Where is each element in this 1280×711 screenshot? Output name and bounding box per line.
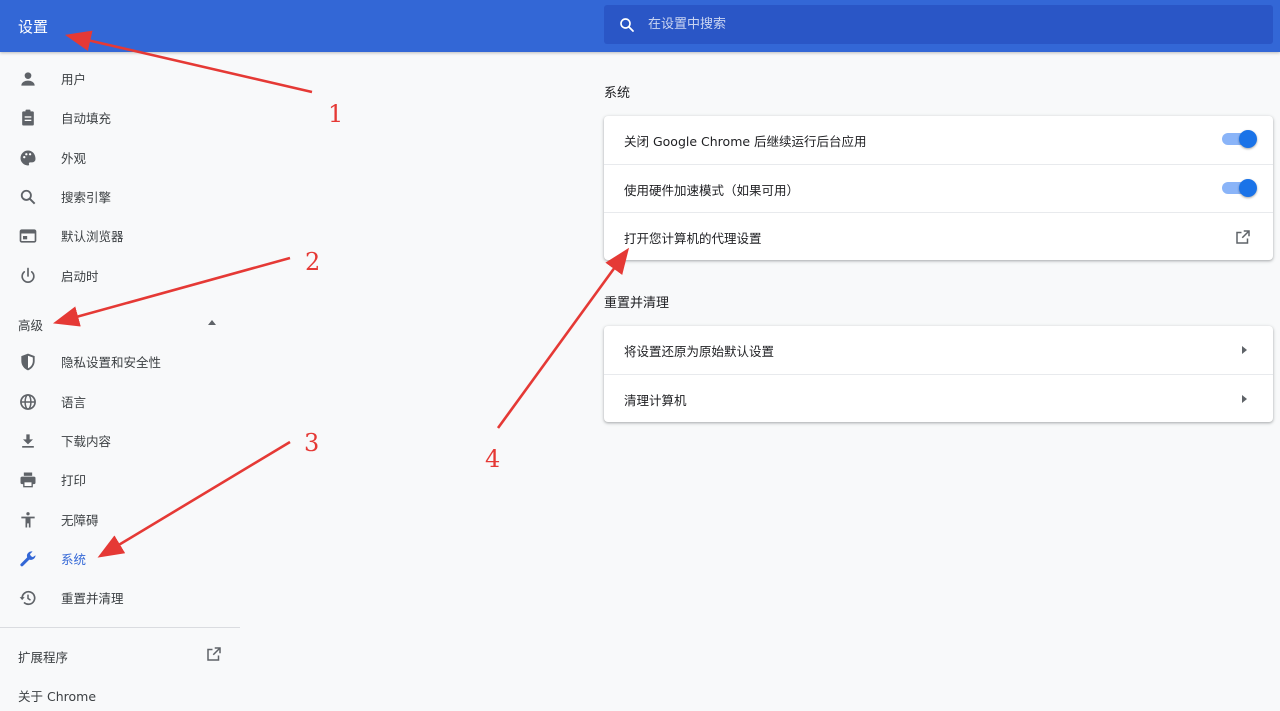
sidebar-item-accessibility[interactable]: 无障碍	[0, 500, 240, 539]
chevron-right-icon	[1242, 346, 1247, 354]
sidebar-item-label: 语言	[61, 395, 87, 410]
toggle-knob	[1239, 130, 1257, 148]
extensions-label: 扩展程序	[18, 650, 69, 665]
sidebar-item-appearance[interactable]: 外观	[0, 138, 240, 177]
annotation-number-2: 2	[305, 248, 320, 276]
sidebar-item-languages[interactable]: 语言	[0, 382, 240, 421]
sidebar: 用户 自动填充 外观 搜索引擎 默认浏览器 启动时 高级 隐私设置和安全性 语言…	[0, 52, 240, 711]
sidebar-item-label: 用户	[61, 72, 87, 87]
browser-icon	[19, 228, 37, 243]
search-icon	[620, 18, 634, 32]
search-input[interactable]	[648, 5, 1248, 44]
sidebar-item-about[interactable]: 关于 Chrome	[0, 675, 240, 711]
setting-label: 将设置还原为原始默认设置	[624, 344, 775, 359]
setting-label: 打开您计算机的代理设置	[624, 231, 762, 246]
sidebar-item-label: 系统	[61, 552, 87, 567]
sidebar-item-label: 隐私设置和安全性	[61, 355, 162, 370]
annotation-number-4: 4	[485, 445, 500, 473]
hardware-acceleration-row[interactable]: 使用硬件加速模式（如果可用）	[604, 164, 1273, 212]
search-icon	[20, 189, 36, 204]
sidebar-item-label: 默认浏览器	[61, 229, 124, 244]
reset-card: 将设置还原为原始默认设置 清理计算机	[604, 326, 1273, 422]
toggle-knob	[1239, 179, 1257, 197]
sidebar-item-label: 无障碍	[61, 513, 99, 528]
clean-up-computer-row[interactable]: 清理计算机	[604, 374, 1273, 422]
background-apps-toggle[interactable]	[1222, 130, 1257, 148]
sidebar-item-on-startup[interactable]: 启动时	[0, 256, 240, 295]
settings-header: 设置	[0, 0, 1280, 52]
history-icon	[19, 590, 36, 605]
sidebar-divider	[0, 627, 240, 628]
caret-up-icon	[208, 320, 216, 325]
proxy-settings-row[interactable]: 打开您计算机的代理设置	[604, 212, 1273, 260]
annotation-number-1: 1	[328, 100, 343, 128]
sidebar-item-default-browser[interactable]: 默认浏览器	[0, 216, 240, 255]
sidebar-item-autofill[interactable]: 自动填充	[0, 98, 240, 137]
annotation-number-3: 3	[304, 429, 319, 457]
sidebar-item-label: 外观	[61, 151, 87, 166]
hardware-acceleration-toggle[interactable]	[1222, 179, 1257, 197]
system-section-title: 系统	[604, 86, 631, 101]
search-box[interactable]	[604, 5, 1273, 44]
sidebar-item-reset[interactable]: 重置并清理	[0, 578, 240, 617]
person-icon	[21, 71, 35, 86]
sidebar-item-privacy[interactable]: 隐私设置和安全性	[0, 342, 240, 381]
sidebar-item-label: 搜索引擎	[61, 190, 112, 205]
sidebar-item-label: 重置并清理	[61, 591, 124, 606]
sidebar-item-downloads[interactable]: 下载内容	[0, 421, 240, 460]
setting-label: 使用硬件加速模式（如果可用）	[624, 183, 800, 198]
sidebar-item-label: 自动填充	[61, 111, 112, 126]
sidebar-item-system[interactable]: 系统	[0, 539, 240, 578]
sidebar-item-extensions[interactable]: 扩展程序	[0, 636, 240, 674]
wrench-icon	[20, 550, 36, 566]
page-title: 设置	[18, 18, 49, 36]
palette-icon	[20, 150, 36, 165]
about-label: 关于 Chrome	[18, 689, 97, 704]
globe-icon	[20, 393, 36, 410]
download-icon	[22, 433, 34, 448]
setting-label: 关闭 Google Chrome 后继续运行后台应用	[624, 134, 867, 149]
sidebar-item-people[interactable]: 用户	[0, 59, 240, 98]
background-apps-row[interactable]: 关闭 Google Chrome 后继续运行后台应用	[604, 116, 1273, 164]
system-card: 关闭 Google Chrome 后继续运行后台应用 使用硬件加速模式（如果可用…	[604, 116, 1273, 260]
printer-icon	[20, 472, 36, 487]
reset-section-title: 重置并清理	[604, 296, 670, 311]
external-link-icon[interactable]	[1234, 228, 1252, 246]
sidebar-item-printing[interactable]: 打印	[0, 460, 240, 499]
chevron-right-icon	[1242, 395, 1247, 403]
external-link-icon	[207, 647, 221, 661]
advanced-toggle[interactable]: 高级	[0, 304, 240, 340]
accessibility-icon	[21, 511, 35, 527]
shield-icon	[21, 353, 35, 370]
sidebar-item-label: 启动时	[61, 269, 99, 284]
setting-label: 清理计算机	[624, 393, 687, 408]
sidebar-item-label: 打印	[61, 473, 87, 488]
restore-defaults-row[interactable]: 将设置还原为原始默认设置	[604, 326, 1273, 374]
sidebar-item-label: 下载内容	[61, 434, 112, 449]
clipboard-icon	[22, 109, 34, 125]
sidebar-item-search-engine[interactable]: 搜索引擎	[0, 177, 240, 216]
power-icon	[21, 267, 35, 283]
advanced-label: 高级	[18, 318, 44, 333]
